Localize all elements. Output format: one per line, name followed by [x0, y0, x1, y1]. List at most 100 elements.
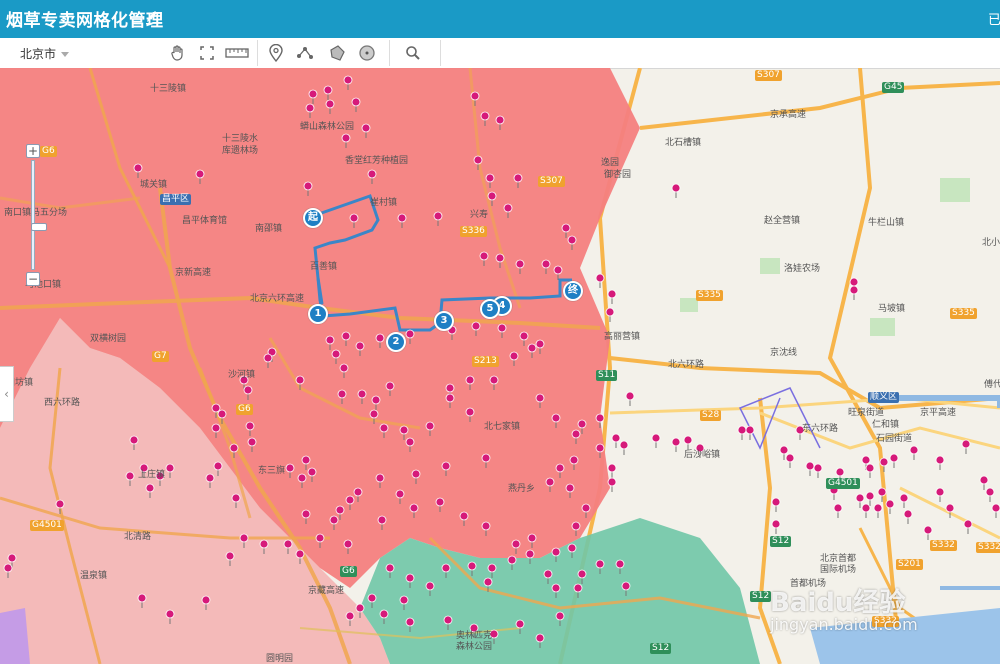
store-marker[interactable]: [217, 409, 227, 419]
pencil-icon[interactable]: [145, 9, 159, 29]
store-marker[interactable]: [385, 563, 395, 573]
store-marker[interactable]: [470, 91, 480, 101]
store-marker[interactable]: [375, 333, 385, 343]
store-marker[interactable]: [399, 425, 409, 435]
store-marker[interactable]: [979, 475, 989, 485]
store-marker[interactable]: [535, 633, 545, 643]
store-marker[interactable]: [515, 619, 525, 629]
store-marker[interactable]: [889, 453, 899, 463]
store-marker[interactable]: [367, 169, 377, 179]
store-marker[interactable]: [963, 519, 973, 529]
store-marker[interactable]: [165, 463, 175, 473]
store-marker[interactable]: [307, 467, 317, 477]
store-marker[interactable]: [133, 163, 143, 173]
store-marker[interactable]: [385, 381, 395, 391]
store-marker[interactable]: [745, 425, 755, 435]
store-marker[interactable]: [865, 491, 875, 501]
store-marker[interactable]: [165, 609, 175, 619]
map-canvas[interactable]: 十三陵镇 十三陵水 库遗林场 崔村镇 香堂红芳种植园 城关镇 南口镇马五分场 昌…: [0, 68, 1000, 664]
store-marker[interactable]: [308, 89, 318, 99]
store-marker[interactable]: [577, 419, 587, 429]
store-marker[interactable]: [315, 533, 325, 543]
polyline-icon[interactable]: [294, 42, 316, 64]
store-marker[interactable]: [301, 455, 311, 465]
store-marker[interactable]: [541, 259, 551, 269]
store-marker[interactable]: [553, 265, 563, 275]
store-marker[interactable]: [595, 559, 605, 569]
store-marker[interactable]: [481, 453, 491, 463]
store-marker[interactable]: [923, 525, 933, 535]
store-marker[interactable]: [487, 563, 497, 573]
store-marker[interactable]: [495, 115, 505, 125]
store-marker[interactable]: [285, 463, 295, 473]
store-marker[interactable]: [435, 497, 445, 507]
store-marker[interactable]: [259, 539, 269, 549]
store-marker[interactable]: [573, 583, 583, 593]
store-marker[interactable]: [785, 453, 795, 463]
store-marker[interactable]: [295, 549, 305, 559]
store-marker[interactable]: [555, 463, 565, 473]
store-marker[interactable]: [991, 503, 1000, 513]
store-marker[interactable]: [471, 321, 481, 331]
store-marker[interactable]: [443, 615, 453, 625]
store-marker[interactable]: [611, 433, 621, 443]
store-marker[interactable]: [545, 477, 555, 487]
route-start-marker[interactable]: 起: [303, 208, 323, 228]
store-marker[interactable]: [129, 435, 139, 445]
store-marker[interactable]: [577, 569, 587, 579]
store-marker[interactable]: [3, 563, 13, 573]
zoom-out-button[interactable]: −: [26, 272, 40, 286]
polygon-icon[interactable]: [326, 42, 348, 64]
store-marker[interactable]: [555, 611, 565, 621]
store-marker[interactable]: [345, 611, 355, 621]
store-marker[interactable]: [535, 393, 545, 403]
store-marker[interactable]: [349, 213, 359, 223]
store-marker[interactable]: [935, 455, 945, 465]
store-marker[interactable]: [405, 329, 415, 339]
fullscreen-icon[interactable]: [196, 42, 218, 64]
store-marker[interactable]: [879, 457, 889, 467]
store-marker[interactable]: [483, 577, 493, 587]
store-marker[interactable]: [571, 429, 581, 439]
store-marker[interactable]: [909, 445, 919, 455]
store-marker[interactable]: [283, 539, 293, 549]
store-marker[interactable]: [813, 463, 823, 473]
circle-icon[interactable]: [356, 42, 378, 64]
store-marker[interactable]: [771, 519, 781, 529]
store-marker[interactable]: [411, 469, 421, 479]
store-marker[interactable]: [379, 609, 389, 619]
store-marker[interactable]: [985, 487, 995, 497]
store-marker[interactable]: [137, 593, 147, 603]
store-marker[interactable]: [297, 473, 307, 483]
store-marker[interactable]: [399, 595, 409, 605]
store-marker[interactable]: [247, 437, 257, 447]
store-marker[interactable]: [849, 285, 859, 295]
store-marker[interactable]: [341, 331, 351, 341]
store-marker[interactable]: [495, 253, 505, 263]
store-marker[interactable]: [355, 341, 365, 351]
store-marker[interactable]: [55, 499, 65, 509]
store-marker[interactable]: [325, 99, 335, 109]
store-marker[interactable]: [433, 211, 443, 221]
store-marker[interactable]: [395, 489, 405, 499]
store-marker[interactable]: [873, 503, 883, 513]
store-marker[interactable]: [397, 213, 407, 223]
store-marker[interactable]: [195, 169, 205, 179]
route-waypoint-3[interactable]: 3: [434, 311, 454, 331]
store-marker[interactable]: [595, 443, 605, 453]
store-marker[interactable]: [375, 473, 385, 483]
store-marker[interactable]: [569, 455, 579, 465]
zoom-slider-track[interactable]: [31, 160, 47, 270]
store-marker[interactable]: [737, 425, 747, 435]
store-marker[interactable]: [607, 463, 617, 473]
store-marker[interactable]: [581, 503, 591, 513]
store-marker[interactable]: [361, 123, 371, 133]
store-marker[interactable]: [405, 617, 415, 627]
store-marker[interactable]: [369, 409, 379, 419]
store-marker[interactable]: [211, 423, 221, 433]
store-marker[interactable]: [339, 363, 349, 373]
store-marker[interactable]: [335, 505, 345, 515]
store-marker[interactable]: [551, 583, 561, 593]
route-waypoint-5[interactable]: 5: [480, 299, 500, 319]
store-marker[interactable]: [487, 191, 497, 201]
